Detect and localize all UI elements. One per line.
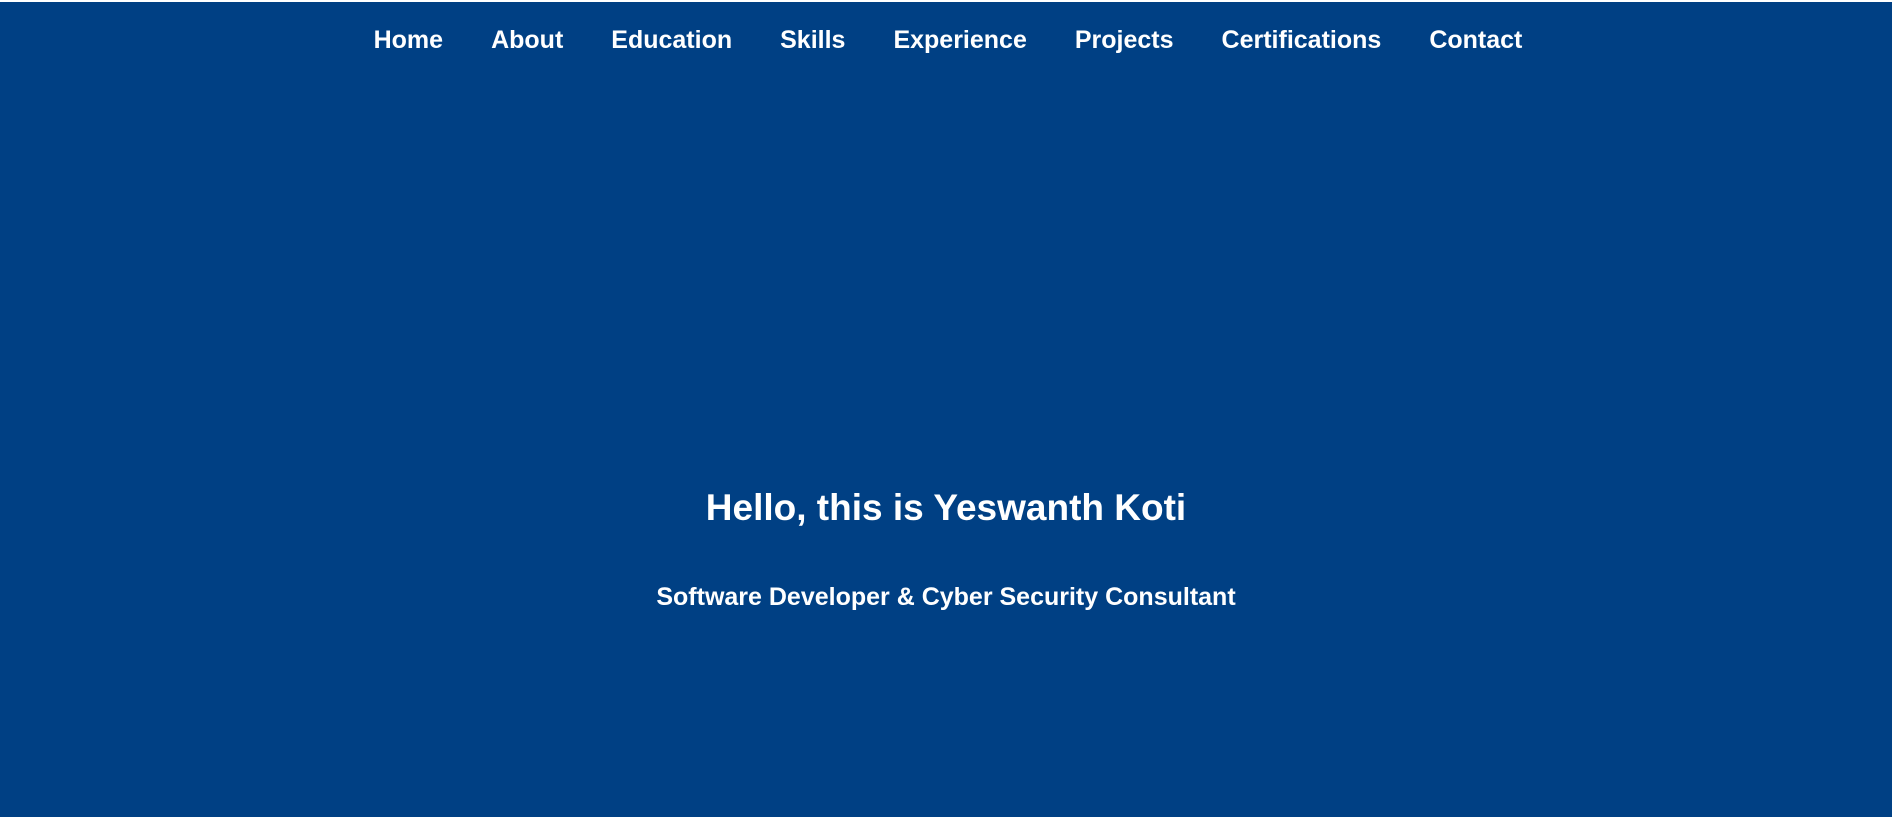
nav-link-experience[interactable]: Experience <box>893 22 1026 58</box>
hero-subtitle: Software Developer & Cyber Security Cons… <box>656 583 1236 611</box>
hero-title: Hello, this is Yeswanth Koti <box>705 487 1187 528</box>
page-background: Home About Education Skills Experience P… <box>0 2 1892 817</box>
nav-link-about[interactable]: About <box>491 22 563 58</box>
nav-link-certifications[interactable]: Certifications <box>1222 22 1382 58</box>
nav-link-skills[interactable]: Skills <box>780 22 845 58</box>
nav-link-contact[interactable]: Contact <box>1429 22 1522 58</box>
nav-link-home[interactable]: Home <box>374 22 443 58</box>
main-navigation: Home About Education Skills Experience P… <box>0 22 1892 58</box>
nav-link-projects[interactable]: Projects <box>1075 22 1174 58</box>
nav-link-education[interactable]: Education <box>611 22 732 58</box>
